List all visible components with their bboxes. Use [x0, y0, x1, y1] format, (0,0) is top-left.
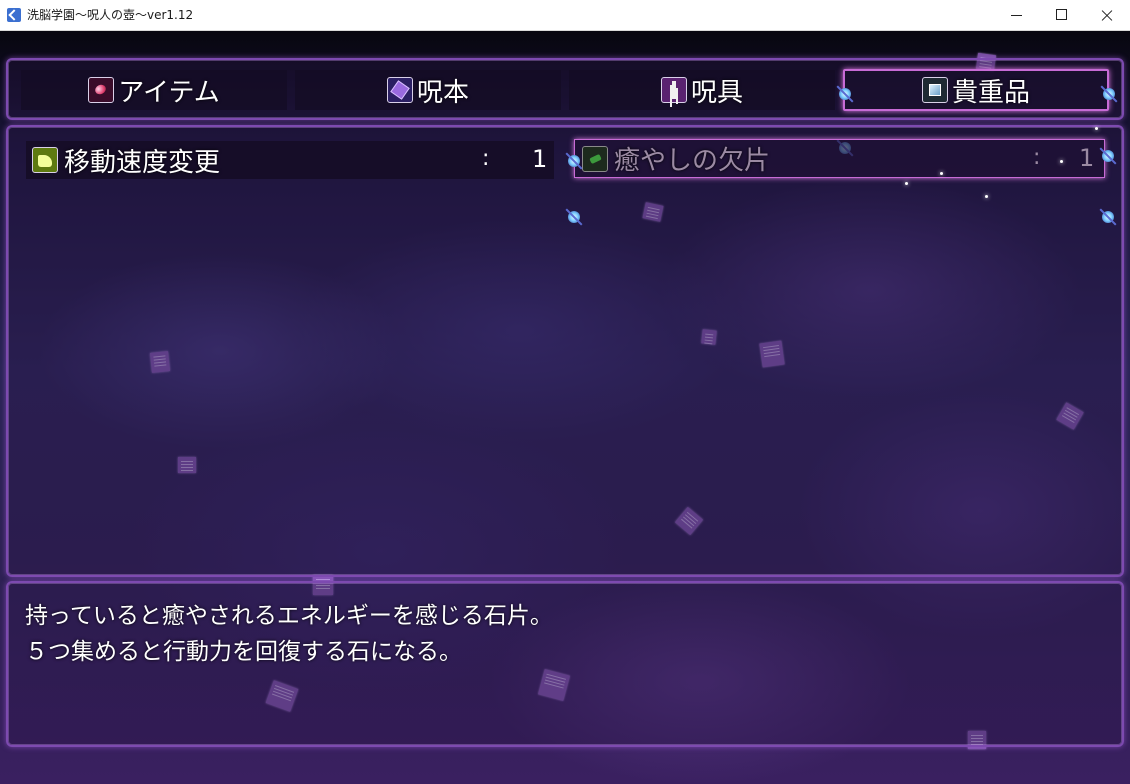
corner-ornament — [563, 206, 585, 228]
tab-label: 呪本 — [416, 77, 469, 108]
sparkle-effect — [1095, 127, 1098, 130]
item-list-window — [6, 125, 1124, 577]
sparkle-effect — [940, 172, 943, 175]
close-button[interactable] — [1083, 0, 1129, 31]
shard-icon — [582, 145, 608, 172]
talisman-icon — [660, 77, 687, 103]
corner-ornament — [563, 150, 585, 172]
shoe-icon — [32, 147, 58, 173]
app-icon — [7, 8, 21, 22]
tab-curse-tool[interactable]: 呪具 — [569, 70, 835, 110]
tab-item[interactable]: アイテム — [21, 70, 287, 110]
item-count: 1 — [532, 145, 548, 173]
tab-label: アイテム — [118, 77, 220, 108]
book-icon — [386, 77, 413, 103]
item-separator: : — [1033, 145, 1041, 170]
item-separator: : — [482, 146, 490, 171]
item-name: 癒やしの欠片 — [614, 146, 771, 176]
minimize-button[interactable] — [993, 0, 1039, 31]
item-name: 移動速度変更 — [64, 147, 221, 178]
gem-icon — [88, 77, 115, 103]
tab-valuables[interactable]: 貴重品 — [843, 69, 1109, 111]
corner-ornament — [834, 83, 856, 105]
help-text-line-1: 持っていると癒やされるエネルギーを感じる石片。 — [25, 603, 553, 629]
maximize-button[interactable] — [1038, 0, 1084, 31]
sparkle-effect — [905, 182, 908, 185]
item-row-selected[interactable]: 癒やしの欠片 : 1 — [574, 139, 1105, 178]
corner-ornament — [1098, 83, 1120, 105]
window-titlebar: 洗脳学園～呪人の壺～ver1.12 — [0, 0, 1130, 31]
help-text-line-2: ５つ集めると行動力を回復する石になる。 — [25, 639, 462, 665]
tab-curse-book[interactable]: 呪本 — [295, 70, 561, 110]
sparkle-effect — [1060, 160, 1063, 163]
tab-label: 呪具 — [690, 77, 743, 108]
corner-ornament — [1097, 145, 1119, 167]
item-count: 1 — [1079, 144, 1095, 172]
corner-ornament — [1097, 206, 1119, 228]
item-row[interactable]: 移動速度変更 : 1 — [26, 141, 554, 179]
tab-label: 貴重品 — [951, 77, 1030, 108]
window-title: 洗脳学園～呪人の壺～ver1.12 — [27, 8, 194, 22]
valuable-icon — [921, 77, 948, 103]
sparkle-effect — [985, 195, 988, 198]
